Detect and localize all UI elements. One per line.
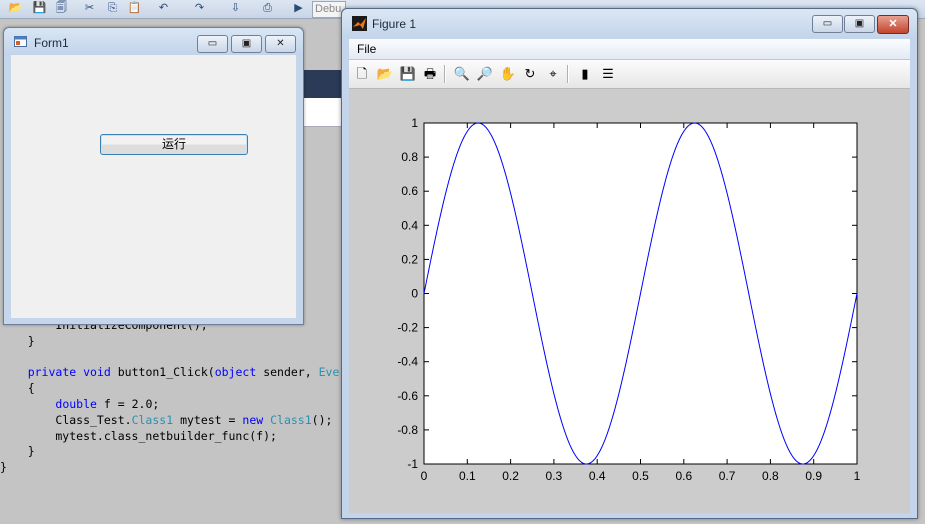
pan-icon[interactable]: ✋ (499, 65, 517, 83)
x-tick-label: 0.3 (546, 469, 563, 483)
code-line: } (0, 333, 35, 348)
start-debug-icon[interactable]: ▶ (291, 1, 306, 16)
form1-titlebar[interactable]: Form1 ▭ ▣ ✕ (4, 28, 303, 55)
y-tick-label: 0.8 (401, 150, 418, 164)
rotate-3d-icon[interactable]: ↻ (521, 65, 539, 83)
figure-menubar: File (349, 39, 910, 60)
x-tick-label: 0.4 (589, 469, 606, 483)
y-tick-label: -0.2 (397, 321, 418, 335)
code-line: ​ (0, 350, 339, 366)
new-figure-icon[interactable]: 🗋 (353, 65, 371, 83)
vs-tab-strip (300, 70, 345, 98)
save-all-icon[interactable]: 🗐 (54, 1, 69, 16)
navigate-icon[interactable]: ⇩ (228, 1, 243, 16)
figure-minimize-button[interactable]: ▭ (812, 15, 843, 33)
code-line: { (0, 381, 35, 396)
x-tick-label: 1 (854, 469, 861, 483)
x-tick-label: 0.5 (632, 469, 649, 483)
zoom-out-icon[interactable]: 🔎 (476, 65, 494, 83)
figure-titlebar[interactable]: Figure 1 ▭ ▣ ✕ (342, 9, 917, 37)
x-tick-label: 0.1 (459, 469, 476, 483)
form1-maximize-button[interactable]: ▣ (231, 35, 262, 53)
code-editor[interactable]: InitializeComponent(); }​ private void b… (0, 318, 339, 476)
save-icon[interactable]: 💾 (399, 65, 417, 83)
menu-file[interactable]: File (357, 42, 376, 56)
cut-icon[interactable]: ✂ (82, 1, 97, 16)
line-chart[interactable]: 0 0.1 0.2 0.3 0.4 0.5 0.6 0.7 0.8 0.9 1 1 0.8 0.6 0.4 0… (349, 89, 910, 513)
colorbar-icon[interactable]: ▮ (576, 65, 594, 83)
zoom-in-icon[interactable]: 🔍 (453, 65, 471, 83)
code-line: double f = 2.0; (55, 396, 160, 411)
y-tick-label: 0.2 (401, 252, 418, 266)
legend-icon[interactable]: ☰ (599, 65, 617, 83)
open-file-icon[interactable]: 📂 (376, 65, 394, 83)
form1-window: Form1 ▭ ▣ ✕ 运行 (3, 27, 304, 325)
code-line: mytest.class_netbuilder_func(f); (0, 428, 277, 443)
x-tick-label: 0.9 (805, 469, 822, 483)
x-tick-label: 0.2 (502, 469, 519, 483)
figure-canvas: 0 0.1 0.2 0.3 0.4 0.5 0.6 0.7 0.8 0.9 1 1 0.8 0.6 0.4 0… (349, 89, 910, 513)
open-file-icon[interactable]: 📂 (8, 1, 23, 16)
x-tick-label: 0.6 (675, 469, 692, 483)
code-line: } (0, 460, 7, 475)
form1-client-area: 运行 (11, 55, 296, 318)
undo-icon[interactable]: ↶ (156, 1, 171, 16)
y-tick-label: 0.6 (401, 184, 418, 198)
vs-editor-header (300, 98, 345, 127)
save-icon[interactable]: 💾 (32, 1, 47, 16)
figure-toolbar: 🗋 📂 💾 🖶 🔍 🔎 ✋ ↻ ⌖ ▮ ☰ (349, 60, 910, 89)
code-line: } (0, 444, 35, 459)
paste-icon[interactable]: 📋 (127, 1, 142, 16)
x-tick-label: 0.7 (719, 469, 736, 483)
matlab-logo-icon (352, 16, 367, 31)
run-button[interactable]: 运行 (100, 134, 248, 155)
code-line: private void button1_Click(object sender… (27, 365, 340, 380)
print-icon[interactable]: ⎙ (260, 1, 275, 16)
form1-close-button[interactable]: ✕ (265, 35, 296, 53)
figure-close-button[interactable]: ✕ (877, 15, 909, 34)
data-cursor-icon[interactable]: ⌖ (544, 65, 562, 83)
y-tick-label: 1 (411, 116, 418, 130)
x-tick-label: 0.8 (762, 469, 779, 483)
toolbar-separator (567, 65, 569, 83)
y-tick-label: 0.4 (401, 218, 418, 232)
y-tick-label: -1 (407, 457, 418, 471)
form-app-icon (14, 36, 27, 47)
y-tick-label: 0 (411, 287, 418, 301)
print-icon[interactable]: 🖶 (421, 65, 439, 83)
y-tick-label: -0.6 (397, 389, 418, 403)
form1-minimize-button[interactable]: ▭ (197, 35, 228, 53)
code-line: Class_Test.Class1 mytest = new Class1(); (55, 412, 333, 427)
copy-icon[interactable]: ⎘ (105, 1, 120, 16)
figure-window: Figure 1 ▭ ▣ ✕ File 🗋 📂 💾 🖶 🔍 🔎 ✋ ↻ ⌖ ▮ ☰ 0 0.1 0.2 0… (341, 8, 918, 519)
figure-title: Figure 1 (372, 17, 417, 31)
y-tick-label: -0.4 (397, 355, 418, 369)
form1-title: Form1 (34, 36, 69, 50)
y-tick-label: -0.8 (397, 423, 418, 437)
toolbar-separator (444, 65, 446, 83)
redo-icon[interactable]: ↷ (192, 1, 207, 16)
figure-maximize-button[interactable]: ▣ (844, 15, 875, 33)
x-tick-label: 0 (421, 469, 428, 483)
